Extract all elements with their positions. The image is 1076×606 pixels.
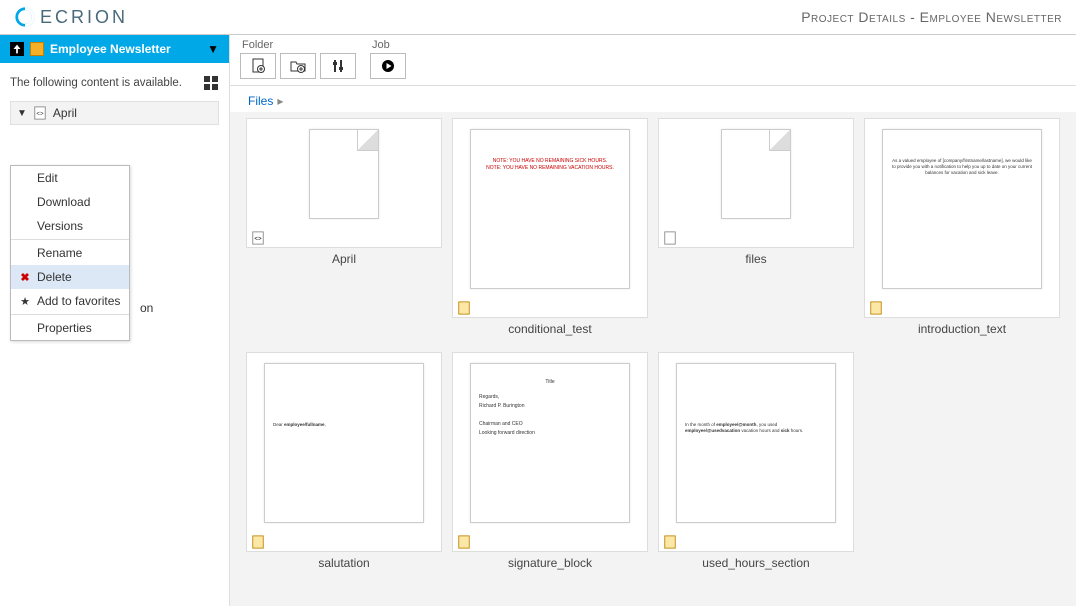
new-file-button[interactable] <box>240 53 276 79</box>
breadcrumb: Files ▸ <box>230 86 1076 112</box>
sidebar-project-header[interactable]: Employee Newsletter ▼ <box>0 35 229 63</box>
toolbar-job-label: Job <box>370 39 390 51</box>
doc-file-icon <box>869 301 883 315</box>
sidebar-project-name: Employee Newsletter <box>50 42 171 56</box>
file-card[interactable]: <> April <box>246 118 442 342</box>
logo-icon <box>14 6 36 28</box>
new-folder-button[interactable] <box>280 53 316 79</box>
content-available-msg: The following content is available. <box>10 71 219 101</box>
doc-file-icon <box>457 535 471 549</box>
page-title: Project Details - Employee Newsletter <box>801 9 1062 25</box>
grid-view-icon[interactable] <box>203 75 219 91</box>
menu-delete[interactable]: ✖Delete <box>11 265 129 289</box>
file-name: April <box>246 248 442 272</box>
doc-file-icon <box>457 301 471 315</box>
file-thumbnail: In the month of employee/@month, you use… <box>676 363 836 523</box>
file-thumbnail <box>721 129 791 219</box>
toolbar-folder-label: Folder <box>240 39 273 51</box>
file-name: used_hours_section <box>658 552 854 576</box>
file-card[interactable]: TitleRegards,Richard P. BuringtonChairma… <box>452 352 648 576</box>
run-job-button[interactable] <box>370 53 406 79</box>
file-card[interactable]: Dear employee/fullname, salutation <box>246 352 442 576</box>
delete-icon: ✖ <box>19 271 31 283</box>
file-name: files <box>658 248 854 272</box>
app-header: ECRION Project Details - Employee Newsle… <box>0 0 1076 35</box>
file-gallery: <> April NOTE: YOU HAVE NO REMAINING SIC… <box>230 112 1076 606</box>
doc-file-icon <box>251 535 265 549</box>
xml-file-icon: <> <box>251 231 265 245</box>
breadcrumb-separator: ▸ <box>277 94 283 108</box>
menu-properties[interactable]: Properties <box>11 316 129 340</box>
svg-text:<>: <> <box>254 236 262 243</box>
file-thumbnail: NOTE: YOU HAVE NO REMAINING SICK HOURS.N… <box>470 129 630 289</box>
menu-add-favorites[interactable]: ★Add to favorites <box>11 289 129 313</box>
file-card[interactable]: files <box>658 118 854 342</box>
file-card[interactable]: As a valued employee of [company/firstna… <box>864 118 1060 342</box>
breadcrumb-root[interactable]: Files <box>248 94 273 108</box>
context-menu: Edit Download Versions Rename ✖Delete ★A… <box>10 165 130 341</box>
toolbar: Folder Job <box>230 35 1076 86</box>
tree-item-april[interactable]: ▼ <> April <box>10 101 219 125</box>
menu-versions[interactable]: Versions <box>11 214 129 238</box>
file-name: salutation <box>246 552 442 576</box>
sidebar: Employee Newsletter ▼ The following cont… <box>0 35 229 606</box>
file-thumbnail: Dear employee/fullname, <box>264 363 424 523</box>
caret-down-icon: ▼ <box>17 108 27 119</box>
settings-button[interactable] <box>320 53 356 79</box>
toolbar-folder-group: Folder <box>240 39 356 79</box>
menu-rename[interactable]: Rename <box>11 241 129 265</box>
file-name: signature_block <box>452 552 648 576</box>
file-name: conditional_test <box>452 318 648 342</box>
menu-separator <box>11 314 129 315</box>
content-pane: Folder Job Files ▸ <box>229 35 1076 606</box>
brand-logo: ECRION <box>14 6 128 28</box>
text-file-icon <box>663 231 677 245</box>
xml-file-icon: <> <box>33 106 47 120</box>
main-area: Employee Newsletter ▼ The following cont… <box>0 35 1076 606</box>
star-icon: ★ <box>19 295 31 307</box>
file-card[interactable]: In the month of employee/@month, you use… <box>658 352 854 576</box>
chevron-down-icon[interactable]: ▼ <box>207 42 219 56</box>
brand-name: ECRION <box>40 7 128 28</box>
tree-item-label: April <box>53 106 77 120</box>
file-thumbnail: As a valued employee of [company/firstna… <box>882 129 1042 289</box>
project-icon <box>30 42 44 56</box>
file-thumbnail <box>309 129 379 219</box>
doc-file-icon <box>663 535 677 549</box>
menu-separator <box>11 239 129 240</box>
menu-download[interactable]: Download <box>11 190 129 214</box>
file-card[interactable]: NOTE: YOU HAVE NO REMAINING SICK HOURS.N… <box>452 118 648 342</box>
upload-icon <box>10 42 24 56</box>
toolbar-job-group: Job <box>370 39 406 79</box>
file-name: introduction_text <box>864 318 1060 342</box>
menu-edit[interactable]: Edit <box>11 166 129 190</box>
file-thumbnail: TitleRegards,Richard P. BuringtonChairma… <box>470 363 630 523</box>
svg-text:<>: <> <box>36 111 44 118</box>
